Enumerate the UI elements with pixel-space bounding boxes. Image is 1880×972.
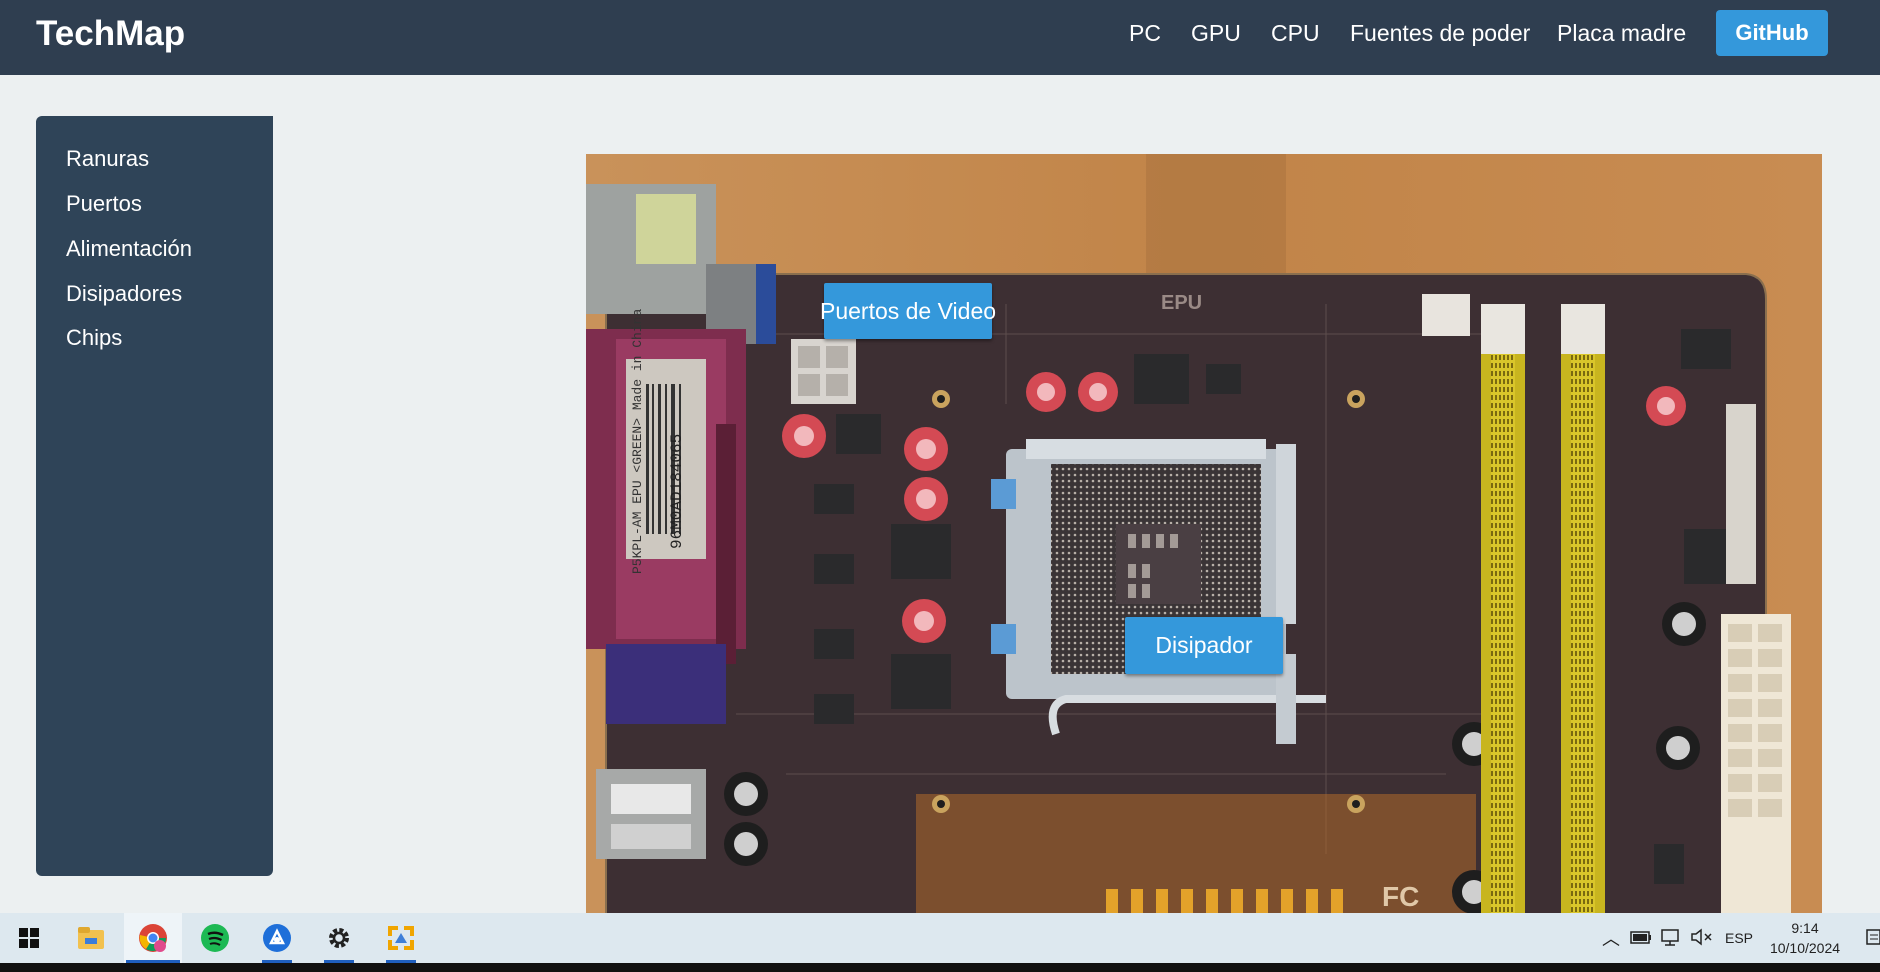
nav-link-fuentes-de-poder[interactable]: Fuentes de poder [1350, 20, 1530, 47]
heatsink-button[interactable]: Disipador [1125, 617, 1283, 674]
sticker-text-1: P5KPL-AM EPU <GREEN> Made in China [630, 309, 645, 574]
brand-logo[interactable]: TechMap [36, 14, 185, 54]
top-navbar: TechMap PC GPU CPU Fuentes de poder Plac… [0, 0, 1880, 75]
taskbar-clock[interactable]: 9:14 10/10/2024 [1762, 918, 1848, 958]
nav-link-pc[interactable]: PC [1129, 20, 1161, 47]
sidebar-item-puertos[interactable]: Puertos [66, 191, 142, 217]
video-ports-button[interactable]: Puertos de Video [820, 283, 996, 339]
settings-icon[interactable] [310, 913, 368, 963]
chevron-up-icon[interactable]: ︿ [1600, 925, 1622, 951]
github-button[interactable]: GitHub [1716, 10, 1828, 56]
sticker-text-2: 96M0AD184065 [668, 434, 686, 549]
app-icon[interactable] [248, 913, 306, 963]
motherboard-illustration: EPU P5KPL-AM EPU <GREEN> Made in China 9… [586, 154, 1822, 914]
sidebar-item-alimentacion[interactable]: Alimentación [66, 236, 192, 262]
sidebar-item-chips[interactable]: Chips [66, 325, 122, 351]
spotify-icon[interactable] [186, 913, 244, 963]
file-explorer-icon[interactable] [62, 913, 120, 963]
windows-taskbar: ︿ ESP 9:14 10/10/2024 [0, 913, 1880, 963]
svg-text:FC: FC [1382, 881, 1419, 912]
network-icon[interactable] [1660, 928, 1682, 949]
app2-icon[interactable] [372, 913, 430, 963]
nav-link-cpu[interactable]: CPU [1271, 20, 1320, 47]
sidebar-item-disipadores[interactable]: Disipadores [66, 281, 182, 307]
epu-label: EPU [1161, 292, 1202, 314]
nav-link-gpu[interactable]: GPU [1191, 20, 1241, 47]
notifications-icon[interactable] [1866, 927, 1880, 949]
language-indicator[interactable]: ESP [1725, 930, 1753, 946]
chrome-icon[interactable] [124, 913, 182, 963]
start-icon[interactable] [0, 913, 58, 963]
nav-link-placa-madre[interactable]: Placa madre [1557, 20, 1686, 47]
sidebar: Ranuras Puertos Alimentación Disipadores… [36, 116, 273, 876]
clock-date: 10/10/2024 [1769, 940, 1841, 956]
battery-icon[interactable] [1630, 930, 1652, 947]
taskbar-bottom-edge [0, 963, 1880, 972]
volume-muted-icon[interactable] [1690, 927, 1714, 949]
motherboard-image: EPU P5KPL-AM EPU <GREEN> Made in China 9… [586, 154, 1822, 914]
sidebar-item-ranuras[interactable]: Ranuras [66, 146, 149, 172]
clock-time: 9:14 [1791, 920, 1819, 936]
